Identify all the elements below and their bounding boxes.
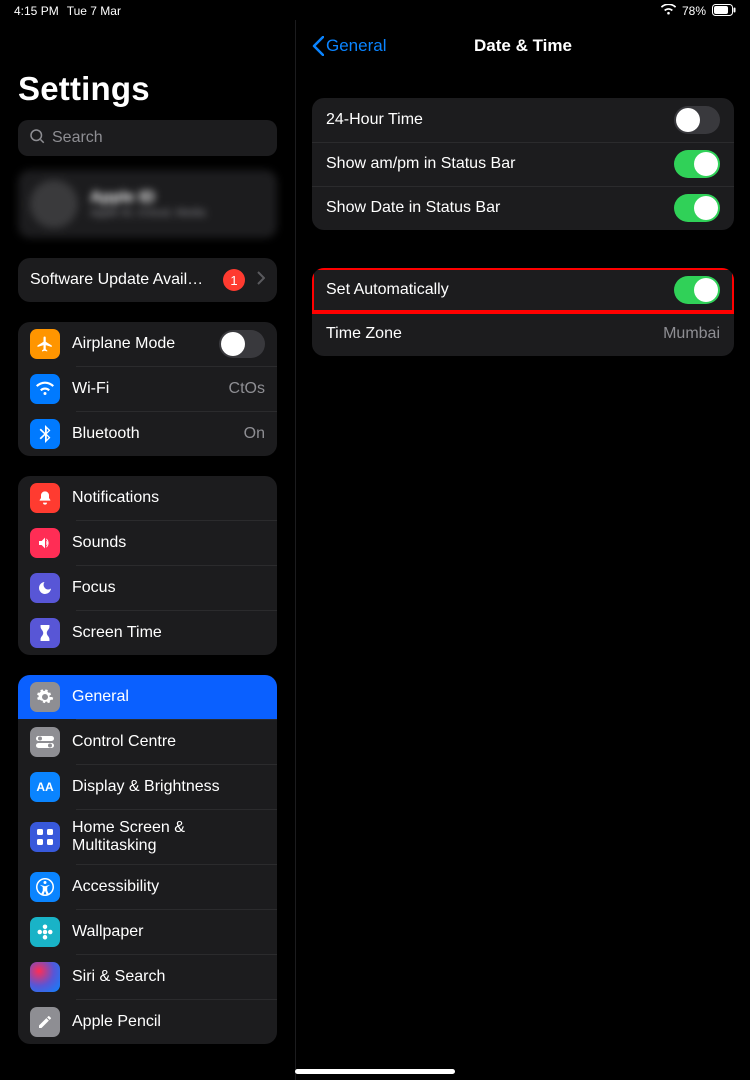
search-icon <box>28 127 46 150</box>
update-badge: 1 <box>223 269 245 291</box>
flower-icon <box>30 917 60 947</box>
display-label: Display & Brightness <box>72 778 265 796</box>
toggles-icon <box>30 727 60 757</box>
wallpaper-label: Wallpaper <box>72 923 265 941</box>
grid-icon <box>30 822 60 852</box>
airplane-label: Airplane Mode <box>72 335 207 353</box>
notifications-row[interactable]: Notifications <box>18 476 277 520</box>
home-screen-label: Home Screen & Multitasking <box>72 819 265 855</box>
wifi-icon <box>661 4 676 18</box>
airplane-icon <box>30 329 60 359</box>
avatar <box>30 180 78 228</box>
accessibility-icon <box>30 872 60 902</box>
search-field[interactable] <box>18 120 277 156</box>
control-centre-row[interactable]: Control Centre <box>18 720 277 764</box>
software-update-label: Software Update Avail… <box>30 271 211 289</box>
time-format-group: 24-Hour Time Show am/pm in Status Bar Sh… <box>312 98 734 230</box>
set-automatically-label: Set Automatically <box>326 281 674 299</box>
back-button[interactable]: General <box>312 24 386 68</box>
battery-icon <box>712 4 736 19</box>
screen-time-label: Screen Time <box>72 624 265 642</box>
bluetooth-value: On <box>244 425 265 443</box>
24hour-toggle[interactable] <box>674 106 720 134</box>
airplane-mode-row[interactable]: Airplane Mode <box>18 322 277 366</box>
siri-icon <box>30 962 60 992</box>
focus-label: Focus <box>72 579 265 597</box>
text-size-icon: AA <box>30 772 60 802</box>
wifi-label: Wi-Fi <box>72 380 217 398</box>
general-label: General <box>72 688 265 706</box>
notifications-label: Notifications <box>72 489 265 507</box>
moon-icon <box>30 573 60 603</box>
time-zone-group: Set Automatically Time Zone Mumbai <box>312 268 734 356</box>
ampm-label: Show am/pm in Status Bar <box>326 155 674 173</box>
battery-percent: 78% <box>682 4 706 18</box>
siri-label: Siri & Search <box>72 968 265 986</box>
show-date-toggle[interactable] <box>674 194 720 222</box>
wifi-row[interactable]: Wi-Fi CtOs <box>18 367 277 411</box>
chevron-right-icon <box>257 271 265 290</box>
wallpaper-row[interactable]: Wallpaper <box>18 910 277 954</box>
profile-sub: Apple ID, iCloud, Media <box>90 207 206 219</box>
gear-icon <box>30 682 60 712</box>
accessibility-row[interactable]: Accessibility <box>18 865 277 909</box>
set-automatically-row[interactable]: Set Automatically <box>312 268 734 312</box>
detail-pane: General Date & Time 24-Hour Time Show am… <box>296 20 750 1080</box>
airplane-toggle[interactable] <box>219 330 265 358</box>
speaker-icon <box>30 528 60 558</box>
status-bar: 4:15 PM Tue 7 Mar 78% <box>0 0 750 20</box>
ampm-row[interactable]: Show am/pm in Status Bar <box>312 142 734 186</box>
sounds-label: Sounds <box>72 534 265 552</box>
pencil-label: Apple Pencil <box>72 1013 265 1031</box>
pencil-icon <box>30 1007 60 1037</box>
accessibility-label: Accessibility <box>72 878 265 896</box>
page-title: Date & Time <box>474 36 572 56</box>
time-zone-row[interactable]: Time Zone Mumbai <box>312 312 734 356</box>
wifi-value: CtOs <box>229 380 265 398</box>
search-input[interactable] <box>52 129 267 147</box>
24hour-label: 24-Hour Time <box>326 111 674 129</box>
home-indicator[interactable] <box>295 1069 455 1074</box>
24hour-row[interactable]: 24-Hour Time <box>312 98 734 142</box>
general-row[interactable]: General <box>18 675 277 719</box>
show-date-row[interactable]: Show Date in Status Bar <box>312 186 734 230</box>
bluetooth-row[interactable]: Bluetooth On <box>18 412 277 456</box>
time-zone-value: Mumbai <box>663 325 720 343</box>
status-date: Tue 7 Mar <box>67 4 121 18</box>
ampm-toggle[interactable] <box>674 150 720 178</box>
focus-row[interactable]: Focus <box>18 566 277 610</box>
control-centre-label: Control Centre <box>72 733 265 751</box>
settings-sidebar: Settings Apple ID Apple ID, iCloud, Medi… <box>0 20 296 1080</box>
status-time: 4:15 PM <box>14 4 59 18</box>
set-automatically-toggle[interactable] <box>674 276 720 304</box>
pencil-row[interactable]: Apple Pencil <box>18 1000 277 1044</box>
software-update-row[interactable]: Software Update Avail… 1 <box>18 258 277 302</box>
siri-row[interactable]: Siri & Search <box>18 955 277 999</box>
display-row[interactable]: AA Display & Brightness <box>18 765 277 809</box>
bluetooth-icon <box>30 419 60 449</box>
sidebar-title: Settings <box>18 70 277 108</box>
hourglass-icon <box>30 618 60 648</box>
wifi-settings-icon <box>30 374 60 404</box>
home-screen-row[interactable]: Home Screen & Multitasking <box>18 810 277 864</box>
profile-name: Apple ID <box>90 189 206 207</box>
time-zone-label: Time Zone <box>326 325 663 343</box>
bell-icon <box>30 483 60 513</box>
show-date-label: Show Date in Status Bar <box>326 199 674 217</box>
sounds-row[interactable]: Sounds <box>18 521 277 565</box>
back-label: General <box>326 36 386 56</box>
apple-id-row[interactable]: Apple ID Apple ID, iCloud, Media <box>18 170 277 238</box>
bluetooth-label: Bluetooth <box>72 425 232 443</box>
screen-time-row[interactable]: Screen Time <box>18 611 277 655</box>
